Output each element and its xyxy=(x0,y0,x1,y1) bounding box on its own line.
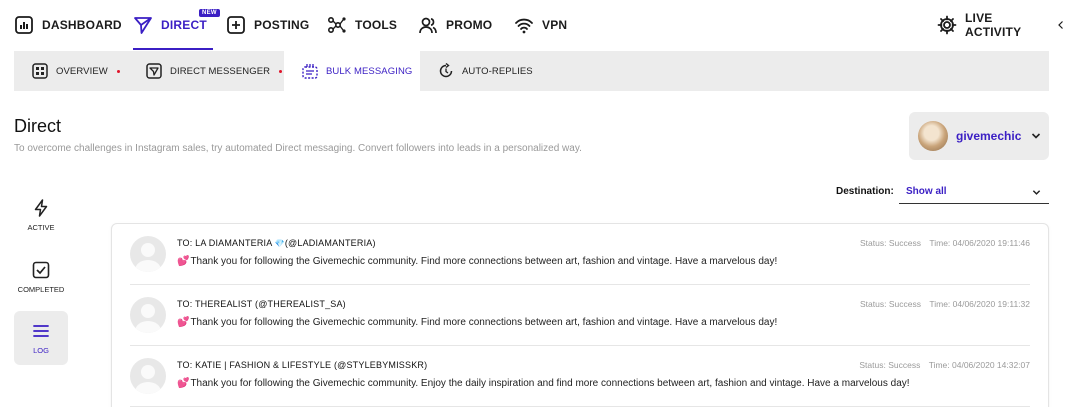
paper-plane-icon xyxy=(134,17,152,34)
avatar xyxy=(130,236,166,272)
recipient-name: TO: KATIE | FASHION & LIFESTYLE (@STYLEB… xyxy=(177,360,428,370)
message-text: Thank you for following the Givemechic c… xyxy=(190,317,778,328)
account-name: givemechic xyxy=(956,129,1022,143)
top-navigation: DASHBOARD DIRECT NEW POSTING TOOLS PROMO… xyxy=(0,0,1066,50)
grid-icon xyxy=(32,63,48,79)
chevron-left-icon xyxy=(1058,21,1063,29)
time-text: Time: 04/06/2020 19:11:32 xyxy=(929,299,1030,309)
sidenav-completed[interactable]: COMPLETED xyxy=(14,250,68,304)
gem-emoji: 💎 xyxy=(274,239,285,248)
nav-tools[interactable]: TOOLS xyxy=(327,0,397,50)
gear-icon xyxy=(937,15,957,35)
subnav-overview-label: OVERVIEW xyxy=(56,65,108,77)
log-list: TO: LA DIAMANTERIA 💎(@LADIAMANTERIA) 💕Th… xyxy=(111,223,1049,407)
nav-direct-label: DIRECT xyxy=(161,18,207,32)
nav-dashboard[interactable]: DASHBOARD xyxy=(14,0,122,50)
status-text: Status: Success xyxy=(860,238,921,248)
destination-value: Show all xyxy=(906,186,947,197)
subnav-bulk-messaging[interactable]: BULK MESSAGING xyxy=(284,51,420,91)
time-text: Time: 04/06/2020 14:32:07 xyxy=(928,360,1030,370)
subnav-overview[interactable]: OVERVIEW xyxy=(32,51,120,91)
send-box-icon xyxy=(146,63,162,79)
chevron-down-icon xyxy=(1032,133,1041,139)
subnav-direct-messenger[interactable]: DIRECT MESSENGER xyxy=(146,51,283,91)
subnav-direct-messenger-label: DIRECT MESSENGER xyxy=(170,65,271,77)
sidenav-log-label: LOG xyxy=(33,345,49,355)
recipient-handle: (@LADIAMANTERIA) xyxy=(284,238,376,248)
time-text: Time: 04/06/2020 19:11:46 xyxy=(929,238,1030,248)
page-title: Direct xyxy=(14,116,62,136)
nav-vpn-label: VPN xyxy=(542,18,568,32)
chevron-down-icon xyxy=(1032,190,1041,195)
nav-promo[interactable]: PROMO xyxy=(418,0,492,50)
notification-dot xyxy=(279,69,283,73)
recipient-name: TO: LA DIAMANTERIA xyxy=(177,238,272,248)
sub-navigation: OVERVIEW DIRECT MESSENGER BULK MESSAGING… xyxy=(14,51,1049,91)
sidenav-active-label: ACTIVE xyxy=(27,222,55,232)
live-activity-label: LIVE ACTIVITY xyxy=(965,11,1022,39)
log-row[interactable]: TO: KATIE | FASHION & LIFESTYLE (@STYLEB… xyxy=(130,346,1030,407)
recipient-name: TO: THEREALIST (@THEREALIST_SA) xyxy=(177,299,346,309)
nav-direct[interactable]: DIRECT NEW xyxy=(133,0,220,50)
sidenav-active[interactable]: ACTIVE xyxy=(14,188,68,242)
destination-label: Destination: xyxy=(836,186,894,197)
plus-square-icon xyxy=(227,16,245,34)
log-message: 💕Thank you for following the Givemechic … xyxy=(177,317,777,328)
hearts-emoji: 💕 xyxy=(177,378,190,389)
subnav-auto-replies-label: AUTO-REPLIES xyxy=(462,65,533,77)
sidenav-log[interactable]: LOG xyxy=(14,311,68,365)
nodes-icon xyxy=(327,16,346,34)
log-recipient: TO: THEREALIST (@THEREALIST_SA) xyxy=(177,299,346,309)
nav-dashboard-label: DASHBOARD xyxy=(42,18,122,32)
avatar xyxy=(918,121,948,151)
bolt-icon xyxy=(34,198,48,217)
nav-promo-label: PROMO xyxy=(446,18,493,32)
nav-posting-label: POSTING xyxy=(254,18,310,32)
nav-tools-label: TOOLS xyxy=(355,18,398,32)
auto-reply-icon xyxy=(439,63,453,78)
subnav-bulk-messaging-label: BULK MESSAGING xyxy=(326,65,413,77)
subnav-auto-replies[interactable]: AUTO-REPLIES xyxy=(438,51,533,91)
log-row[interactable]: TO: LA DIAMANTERIA 💎(@LADIAMANTERIA) 💕Th… xyxy=(130,224,1030,285)
log-row[interactable]: TO: THEREALIST (@THEREALIST_SA) 💕Thank y… xyxy=(130,285,1030,346)
log-message: 💕Thank you for following the Givemechic … xyxy=(177,256,777,267)
status-text: Status: Success xyxy=(859,360,921,370)
log-recipient: TO: LA DIAMANTERIA 💎(@LADIAMANTERIA) xyxy=(177,238,376,248)
dashboard-icon xyxy=(15,16,33,34)
users-icon xyxy=(419,17,437,34)
nav-posting[interactable]: POSTING xyxy=(226,0,309,50)
log-recipient: TO: KATIE | FASHION & LIFESTYLE (@STYLEB… xyxy=(177,360,427,370)
log-meta: Status: Success Time: 04/06/2020 19:11:4… xyxy=(860,238,1030,248)
wifi-icon xyxy=(515,18,533,34)
message-text: Thank you for following the Givemechic c… xyxy=(190,378,910,389)
live-activity-toggle[interactable]: LIVE ACTIVITY xyxy=(937,0,1066,50)
avatar xyxy=(130,297,166,333)
hearts-emoji: 💕 xyxy=(177,317,190,328)
menu-icon xyxy=(33,324,49,337)
sidenav-completed-label: COMPLETED xyxy=(17,284,65,294)
account-switcher[interactable]: givemechic xyxy=(909,112,1049,160)
message-text: Thank you for following the Givemechic c… xyxy=(190,256,778,267)
page-description: To overcome challenges in Instagram sale… xyxy=(14,143,582,154)
status-text: Status: Success xyxy=(860,299,921,309)
notification-dot xyxy=(116,69,120,73)
nav-vpn[interactable]: VPN xyxy=(514,0,567,50)
log-meta: Status: Success Time: 04/06/2020 14:32:0… xyxy=(859,360,1030,370)
avatar xyxy=(130,358,166,394)
log-message: 💕Thank you for following the Givemechic … xyxy=(177,378,910,389)
bulk-icon xyxy=(302,64,318,79)
new-badge: NEW xyxy=(199,9,220,17)
check-square-icon xyxy=(32,261,50,278)
log-meta: Status: Success Time: 04/06/2020 19:11:3… xyxy=(860,299,1030,309)
destination-select[interactable]: Show all xyxy=(899,180,1049,204)
hearts-emoji: 💕 xyxy=(177,256,190,267)
